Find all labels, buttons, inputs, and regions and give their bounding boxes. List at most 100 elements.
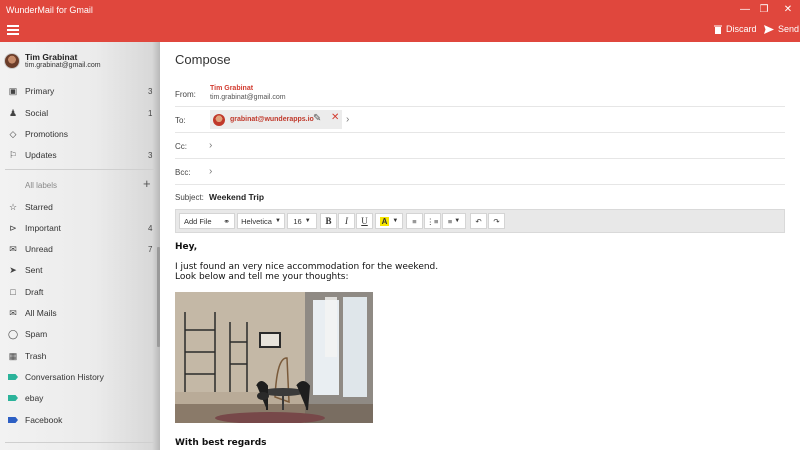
font-size-value: 16 — [293, 216, 302, 226]
from-name: Tim Grabinat — [210, 85, 254, 92]
chevron-down-icon: ▼ — [454, 218, 461, 224]
bcc-label: Bcc: — [175, 168, 191, 177]
bold-button[interactable]: B — [320, 213, 337, 229]
title-bar: WunderMail for Gmail — ❐ ✕ Discard Send — [0, 0, 800, 42]
room-photo-icon — [175, 292, 373, 423]
inbox-icon: ▣ — [8, 85, 18, 96]
cc-label: Cc: — [175, 142, 187, 151]
sidebar-item-label: ebay — [25, 393, 44, 403]
label-tag-icon — [8, 395, 18, 401]
subject-input[interactable]: Weekend Trip — [209, 192, 264, 202]
body-line-1[interactable]: I just found an very nice accommodation … — [175, 262, 438, 272]
font-size-select[interactable]: 16 ▼ — [287, 213, 317, 229]
sidebar-label-facebook[interactable]: Facebook — [0, 410, 160, 430]
sidebar-item-starred[interactable]: ☆ Starred — [0, 197, 160, 217]
recipient-avatar — [213, 113, 225, 126]
sidebar-label-ebay[interactable]: ebay — [0, 388, 160, 408]
to-label: To: — [175, 116, 186, 125]
unread-count: 1 — [148, 108, 153, 118]
sidebar-item-label: Unread — [25, 244, 53, 254]
sidebar: Tim Grabinat tim.grabinat@gmail.com ▣ Pr… — [0, 42, 160, 450]
trash-icon — [714, 25, 722, 34]
minimize-icon[interactable]: — — [735, 2, 755, 18]
underline-button[interactable]: U — [356, 213, 373, 229]
chevron-down-icon: ▼ — [304, 218, 311, 224]
body-closing[interactable]: With best regards — [175, 438, 267, 448]
sidebar-item-label: Trash — [25, 351, 47, 361]
sidebar-item-spam[interactable]: ◯ Spam — [0, 324, 160, 344]
font-family-select[interactable]: Helvetica ▼ — [237, 213, 285, 229]
undo-button[interactable]: ↶ — [470, 213, 487, 229]
bcc-field[interactable]: Bcc: › — [175, 159, 785, 185]
sidebar-item-label: Draft — [25, 287, 44, 297]
sidebar-item-draft[interactable]: □ Draft — [0, 282, 160, 302]
subject-label: Subject: — [175, 193, 204, 202]
sidebar-item-label: Important — [25, 223, 61, 233]
recipient-chip[interactable]: grabinat@wunderapps.io ✎ ✕ — [210, 110, 342, 129]
app-title: WunderMail for Gmail — [6, 5, 93, 15]
sidebar-item-sent[interactable]: ➤ Sent — [0, 260, 160, 280]
spam-icon: ◯ — [7, 328, 19, 339]
redo-button[interactable]: ↷ — [488, 213, 505, 229]
sidebar-item-trash[interactable]: ▦ Trash — [0, 346, 160, 366]
sidebar-scrollbar[interactable] — [157, 247, 160, 347]
body-line-2[interactable]: Look below and tell me your thoughts: — [175, 272, 349, 282]
sidebar-item-primary[interactable]: ▣ Primary 3 — [0, 81, 160, 101]
sidebar-item-all-mails[interactable]: ✉ All Mails — [0, 303, 160, 323]
cc-field[interactable]: Cc: › — [175, 133, 785, 159]
from-label: From: — [175, 90, 196, 99]
sidebar-item-social[interactable]: ♟ Social 1 — [0, 103, 160, 123]
close-icon[interactable]: ✕ — [778, 2, 798, 18]
attached-room-photo[interactable] — [175, 292, 373, 423]
align-icon: ≡ — [447, 216, 453, 226]
send-label: Send — [778, 24, 800, 34]
from-email: tim.grabinat@gmail.com — [210, 94, 286, 101]
sidebar-divider — [5, 442, 155, 443]
unread-count: 7 — [148, 244, 153, 254]
italic-label: I — [345, 216, 348, 226]
sidebar-item-unread[interactable]: ✉ Unread 7 — [0, 239, 160, 259]
send-button[interactable]: Send — [764, 24, 799, 34]
link-icon: ⚭ — [223, 216, 230, 226]
all-mail-icon: ✉ — [9, 307, 17, 318]
to-field[interactable]: To: grabinat@wunderapps.io ✎ ✕ › — [175, 107, 785, 133]
draft-icon: □ — [10, 287, 16, 297]
chevron-right-icon[interactable]: › — [209, 140, 212, 151]
bold-label: B — [325, 216, 332, 226]
undo-icon: ↶ — [475, 216, 482, 226]
redo-icon: ↷ — [493, 216, 500, 226]
align-button[interactable]: ≡ ▼ — [442, 213, 466, 229]
compose-title: Compose — [175, 52, 231, 67]
highlight-color-button[interactable]: A ▼ — [375, 213, 403, 229]
body-greeting[interactable]: Hey, — [175, 242, 197, 252]
sidebar-item-label: All Mails — [25, 308, 57, 318]
chevron-right-icon[interactable]: › — [346, 114, 349, 125]
add-file-button[interactable]: Add File ⚭ — [179, 213, 235, 229]
bullet-list-button[interactable]: ⋮≡ — [424, 213, 441, 229]
sidebar-item-important[interactable]: ⊳ Important 4 — [0, 218, 160, 238]
sidebar-item-updates[interactable]: ⚐ Updates 3 — [0, 145, 160, 165]
restore-icon[interactable]: ❐ — [754, 2, 774, 18]
remove-recipient-icon[interactable]: ✕ — [331, 112, 339, 123]
star-icon: ☆ — [8, 201, 18, 212]
sidebar-item-label: Promotions — [25, 129, 68, 139]
ordered-list-button[interactable]: ≡ — [406, 213, 423, 229]
sidebar-item-promotions[interactable]: ◇ Promotions — [0, 124, 160, 144]
discard-button[interactable]: Discard — [714, 24, 757, 34]
add-label-icon[interactable]: + — [143, 176, 151, 191]
sidebar-label-conversation-history[interactable]: Conversation History — [0, 367, 160, 387]
account-info[interactable]: Tim Grabinat tim.grabinat@gmail.com — [4, 52, 101, 69]
subject-field[interactable]: Subject: Weekend Trip — [175, 184, 785, 210]
edit-recipient-icon[interactable]: ✎ — [313, 113, 321, 124]
italic-button[interactable]: I — [338, 213, 355, 229]
sidebar-item-label: Starred — [25, 202, 53, 212]
hamburger-menu-icon[interactable] — [7, 25, 19, 35]
avatar — [4, 52, 20, 69]
account-email: tim.grabinat@gmail.com — [25, 62, 101, 69]
chevron-right-icon[interactable]: › — [209, 166, 212, 177]
label-tag-icon — [8, 417, 18, 423]
underline-label: U — [361, 216, 368, 226]
from-field[interactable]: From: Tim Grabinat tim.grabinat@gmail.co… — [175, 81, 785, 107]
social-icon: ♟ — [8, 107, 18, 118]
account-name: Tim Grabinat — [25, 52, 78, 62]
